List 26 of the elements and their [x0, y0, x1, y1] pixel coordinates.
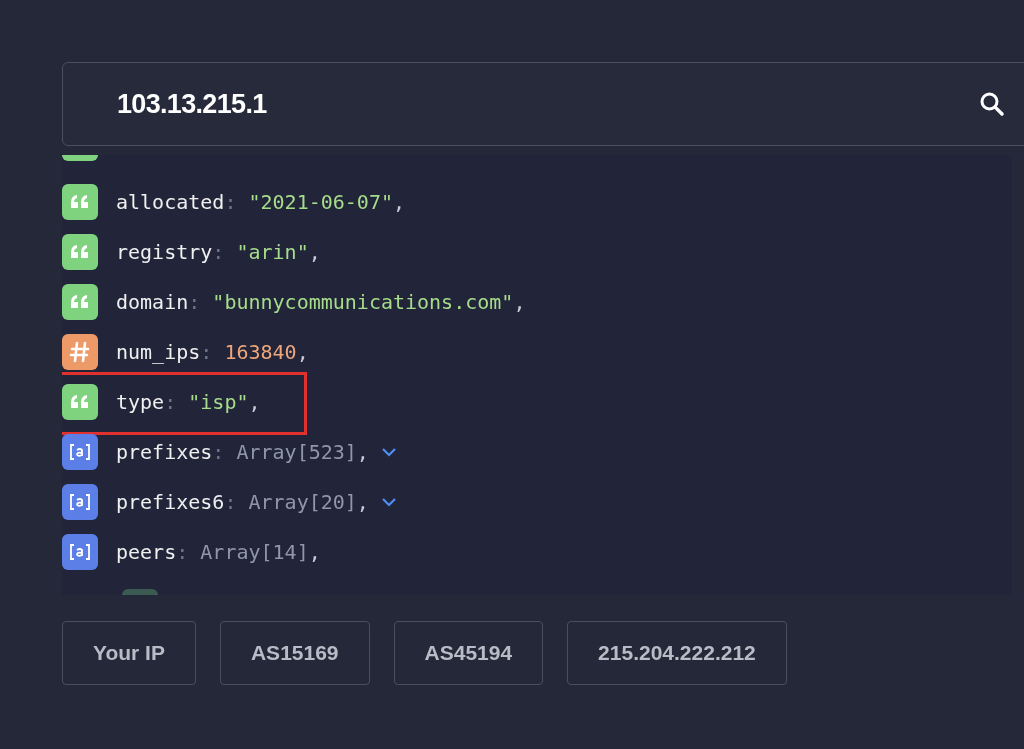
quick-link-button[interactable]: AS45194 [393, 621, 544, 685]
quick-link-button[interactable]: AS15169 [219, 621, 370, 685]
quote-icon [62, 384, 98, 420]
chevron-down-icon[interactable] [380, 497, 397, 507]
brackets-icon [62, 534, 98, 570]
search-field[interactable]: 103.13.215.1 [62, 62, 1024, 146]
partial-icon [122, 589, 158, 595]
json-entry: domain: "bunnycommunications.com", [116, 289, 526, 316]
hash-icon [62, 334, 98, 370]
chevron-down-icon[interactable] [380, 447, 397, 457]
json-entry: prefixes: Array[523], [116, 439, 369, 466]
quote-icon [62, 234, 98, 270]
quick-link-button[interactable]: 215.204.222.212 [567, 621, 787, 685]
json-entry: registry: "arin", [116, 239, 321, 266]
json-entry: prefixes6: Array[20], [116, 489, 369, 516]
json-entry: allocated: "2021-06-07", [116, 189, 405, 216]
json-entry: peers: Array[14], [116, 539, 321, 566]
search-input: 103.13.215.1 [117, 83, 977, 125]
quote-icon [62, 284, 98, 320]
brackets-icon [62, 434, 98, 470]
quick-link-button[interactable]: Your IP [62, 621, 196, 685]
json-entry: type: "isp", [116, 389, 261, 416]
partial-icon [62, 155, 98, 161]
json-entry: num_ips: 163840, [116, 339, 309, 366]
brackets-icon [62, 484, 98, 520]
quote-icon [62, 184, 98, 220]
